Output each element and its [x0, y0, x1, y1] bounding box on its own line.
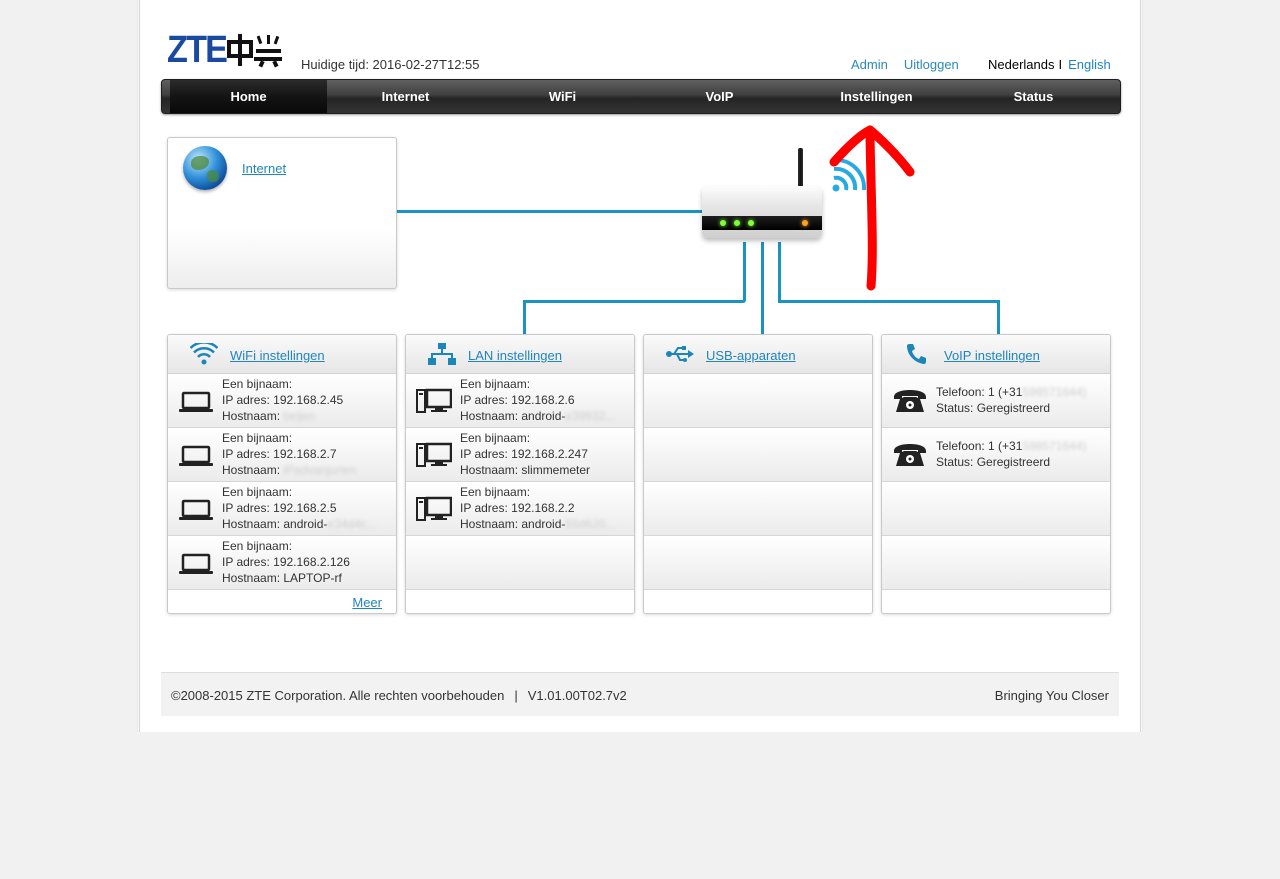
- device-nickname: Een bijnaam:: [460, 431, 531, 445]
- voip-connection-line-h: [778, 300, 1000, 303]
- wifi-panel: WiFi instellingen Een bijnaam: IP adres: …: [167, 334, 397, 614]
- empty-row: [644, 374, 872, 428]
- list-item[interactable]: Een bijnaam: IP adres: 192.168.2.5 Hostnaa…: [168, 482, 396, 536]
- wifi-settings-link[interactable]: WiFi instellingen: [230, 348, 325, 363]
- current-time: Huidige tijd: 2016-02-27T12:55: [301, 57, 480, 72]
- nav-wifi[interactable]: WiFi: [484, 80, 641, 113]
- nav-internet[interactable]: Internet: [327, 80, 484, 113]
- laptop-icon: [179, 499, 213, 520]
- more-link[interactable]: Meer: [352, 595, 382, 610]
- phone-status: Status: Geregistreerd: [936, 455, 1051, 469]
- wifi-connection-line-down: [523, 300, 526, 335]
- laptop-icon: [179, 553, 213, 574]
- telephone-icon: [894, 444, 926, 466]
- device-nickname: Een bijnaam:: [460, 485, 531, 499]
- nav-instellingen[interactable]: Instellingen: [798, 80, 955, 113]
- internet-link[interactable]: Internet: [242, 161, 286, 176]
- device-ip: IP adres: 192.168.2.6: [460, 393, 575, 407]
- list-item[interactable]: Een bijnaam: IP adres: 192.168.2.45 Hostna…: [168, 374, 396, 428]
- phone-number: Telefoon: 1 (+31598571644): [936, 385, 1087, 399]
- lang-english[interactable]: English: [1068, 57, 1111, 72]
- zte-logo: ZTE: [167, 31, 283, 69]
- red-arrow-annotation: [829, 125, 915, 291]
- device-nickname: Een bijnaam:: [460, 377, 531, 391]
- logout-link[interactable]: Uitloggen: [904, 57, 959, 72]
- phone-handset-icon: [907, 344, 926, 364]
- device-hostname: Hostnaam: LAPTOP-rf: [222, 571, 342, 585]
- nav-status[interactable]: Status: [955, 80, 1112, 113]
- desktop-computer-icon: [416, 388, 452, 413]
- lang-dutch[interactable]: Nederlands: [988, 57, 1055, 72]
- router-icon: [702, 148, 824, 246]
- account-links: Admin Uitloggen: [851, 57, 975, 72]
- empty-row: [644, 482, 872, 536]
- network-icon: [428, 343, 456, 365]
- voip-panel: VoIP instellingen Telefoon: 1 (+31598571…: [881, 334, 1111, 614]
- device-ip: IP adres: 192.168.2.45: [222, 393, 344, 407]
- voip-connection-line-down: [997, 300, 1000, 335]
- desktop-computer-icon: [416, 442, 452, 467]
- device-hostname: Hostnaam: slimmemeter: [460, 463, 591, 477]
- phone-number: Telefoon: 1 (+31598571644): [936, 439, 1087, 453]
- device-ip: IP adres: 192.168.2.2: [460, 501, 575, 515]
- voip-settings-link[interactable]: VoIP instellingen: [944, 348, 1040, 363]
- desktop-computer-icon: [416, 496, 452, 521]
- device-hostname: Hostnaam: beijen: [222, 409, 316, 423]
- device-hostname: Hostnaam: android-e34d4c...: [222, 517, 377, 531]
- phone-status: Status: Geregistreerd: [936, 401, 1051, 415]
- usb-devices-link[interactable]: USB-apparaten: [706, 348, 796, 363]
- device-nickname: Een bijnaam:: [222, 539, 293, 553]
- nav-home[interactable]: Home: [170, 80, 327, 113]
- globe-icon: [183, 146, 227, 190]
- laptop-icon: [179, 391, 213, 412]
- device-ip: IP adres: 192.168.2.126: [222, 555, 350, 569]
- firmware-version: V1.01.00T02.7v2: [527, 688, 627, 703]
- nav-voip[interactable]: VoIP: [641, 80, 798, 113]
- list-item[interactable]: Een bijnaam: IP adres: 192.168.2.126 Hostn…: [168, 536, 396, 590]
- copyright-text: ©2008-2015 ZTE Corporation. Alle rechten…: [171, 688, 505, 703]
- device-nickname: Een bijnaam:: [222, 377, 293, 391]
- empty-row: [644, 536, 872, 590]
- usb-connection-line: [761, 242, 764, 335]
- footer: ©2008-2015 ZTE Corporation. Alle rechten…: [161, 672, 1119, 716]
- internet-card: Internet: [167, 137, 397, 289]
- wifi-connection-line-h: [525, 300, 746, 303]
- list-item[interactable]: Telefoon: 1 (+31598571644) Status: Geregi…: [882, 374, 1110, 428]
- device-nickname: Een bijnaam:: [222, 431, 293, 445]
- list-item[interactable]: Een bijnaam: IP adres: 192.168.2.247 Hostn…: [406, 428, 634, 482]
- page: ZTE Huidige tijd: 2016-02-27T12:55 Admin…: [137, 0, 1141, 732]
- list-item[interactable]: Een bijnaam: IP adres: 192.168.2.6 Hostnaa…: [406, 374, 634, 428]
- lan-panel: LAN instellingen Een bijnaam: IP adres: 1…: [405, 334, 635, 614]
- device-hostname: Hostnaam: android-55d620...: [460, 517, 616, 531]
- laptop-icon: [179, 445, 213, 466]
- internet-connection-line: [396, 210, 704, 213]
- usb-panel: USB-apparaten: [643, 334, 873, 614]
- empty-row: [644, 428, 872, 482]
- list-item[interactable]: Een bijnaam: IP adres: 192.168.2.2 Hostnaa…: [406, 482, 634, 536]
- usb-icon: [666, 346, 694, 362]
- footer-separator: |: [514, 688, 518, 703]
- device-ip: IP adres: 192.168.2.7: [222, 447, 337, 461]
- voip-connection-line: [778, 242, 781, 302]
- language-switch: Nederlands I English: [988, 57, 1111, 72]
- list-item[interactable]: Een bijnaam: IP adres: 192.168.2.7 Hostnaa…: [168, 428, 396, 482]
- empty-row: [882, 536, 1110, 590]
- device-hostname: Hostnaam: android-e39932...: [460, 409, 616, 423]
- wifi-icon: [190, 343, 218, 365]
- main-nav: Home Internet WiFi VoIP Instellingen Sta…: [161, 79, 1121, 114]
- slogan: Bringing You Closer: [994, 688, 1109, 703]
- telephone-icon: [894, 390, 926, 412]
- list-item[interactable]: Telefoon: 1 (+31598571644) Status: Geregi…: [882, 428, 1110, 482]
- device-hostname: Hostnaam: iPadvanjurien: [222, 463, 357, 477]
- empty-row: [406, 536, 634, 590]
- device-nickname: Een bijnaam:: [222, 485, 293, 499]
- admin-link[interactable]: Admin: [851, 57, 888, 72]
- wifi-connection-line: [743, 242, 746, 300]
- device-ip: IP adres: 192.168.2.247: [460, 447, 588, 461]
- lan-settings-link[interactable]: LAN instellingen: [468, 348, 562, 363]
- empty-row: [882, 482, 1110, 536]
- device-ip: IP adres: 192.168.2.5: [222, 501, 337, 515]
- lang-separator: I: [1058, 57, 1063, 72]
